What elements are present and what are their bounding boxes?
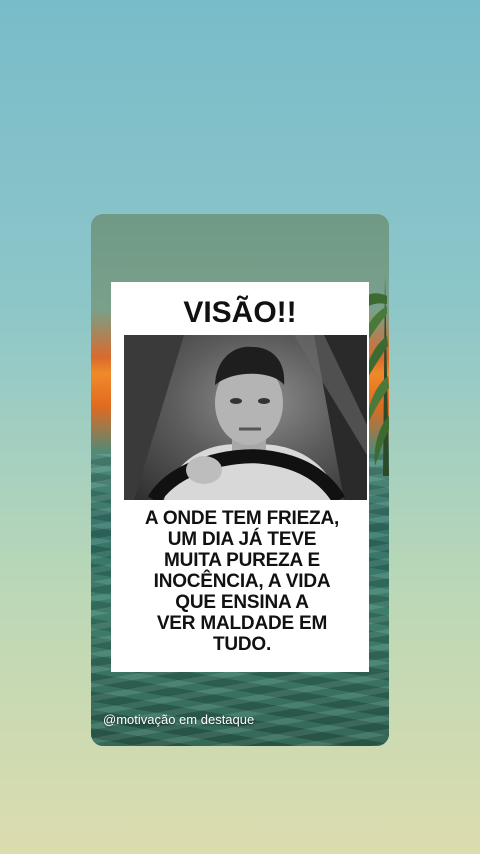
meme-quote: A ONDE TEM FRIEZA, UM DIA JÁ TEVE MUITA … — [117, 508, 367, 655]
story-card: VISÃO!! A ONDE TEM FRIEZA, UM DIA JÁ TEV… — [91, 214, 389, 746]
quote-line: QUE ENSINA A — [175, 592, 309, 613]
meme-title: VISÃO!! — [183, 296, 297, 329]
quote-line: A ONDE TEM FRIEZA, — [144, 508, 340, 529]
watermark-handle: @motivação em destaque — [103, 712, 255, 727]
meme-panel: VISÃO!! A ONDE TEM FRIEZA, UM DIA JÁ TEV… — [111, 282, 369, 672]
quote-line: INOCÊNCIA, A VIDA — [153, 571, 331, 592]
meme-photo — [124, 335, 367, 500]
quote-line: VER MALDADE EM — [156, 613, 328, 634]
quote-line: TUDO. — [212, 634, 272, 655]
quote-line: MUITA PUREZA E — [164, 550, 320, 571]
driver-photo-illustration — [124, 335, 367, 500]
quote-line: UM DIA JÁ TEVE — [167, 529, 317, 550]
